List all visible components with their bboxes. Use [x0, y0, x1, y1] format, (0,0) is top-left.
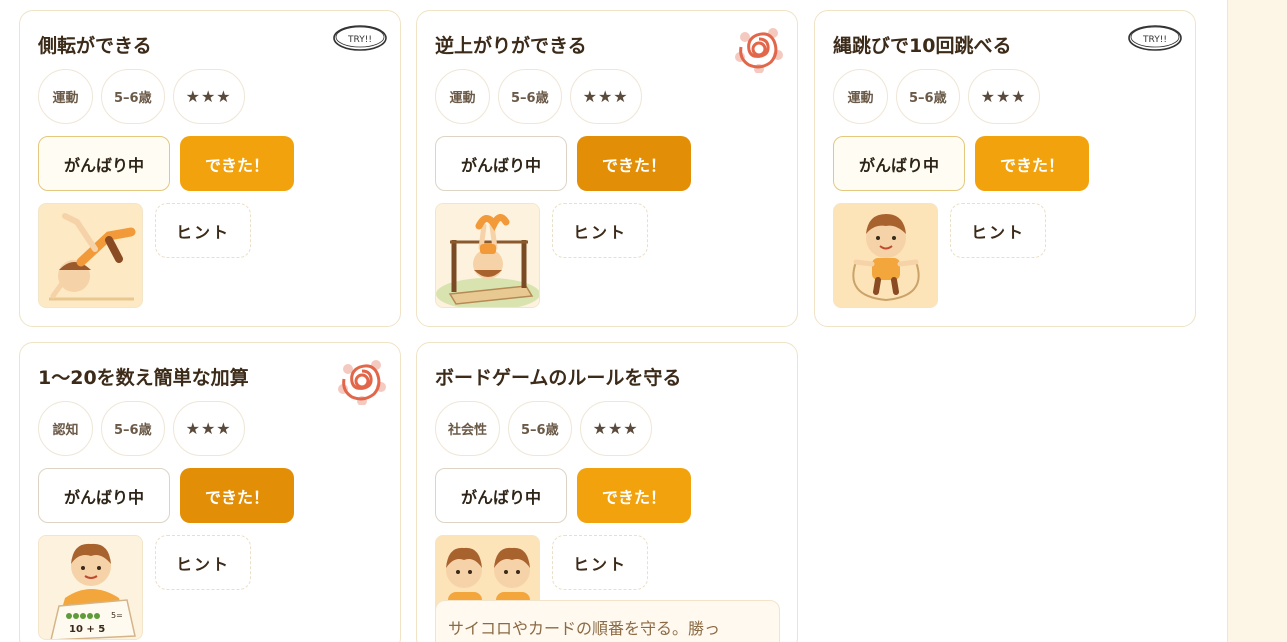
- task-card: 側転ができる TRY!! 運動 5–6歳 ★★★ がんばり中 できた！ ヒント: [19, 10, 401, 327]
- done-button[interactable]: できた！: [180, 136, 294, 191]
- task-card: 縄跳びで10回跳べる TRY!! 運動 5–6歳 ★★★ がんばり中 できた！ …: [814, 10, 1196, 327]
- category-tag: 運動: [833, 69, 888, 124]
- tag-list: 認知 5–6歳 ★★★: [38, 401, 245, 456]
- tag-list: 運動 5–6歳 ★★★: [38, 69, 245, 124]
- hint-button[interactable]: ヒント: [552, 535, 648, 590]
- difficulty-tag: ★★★: [172, 401, 245, 456]
- age-tag: 5–6歳: [508, 401, 572, 456]
- status-actions: がんばり中 できた！: [435, 136, 691, 191]
- in-progress-button[interactable]: がんばり中: [38, 136, 170, 191]
- category-tag: 社会性: [435, 401, 501, 456]
- category-tag: 運動: [38, 69, 93, 124]
- tag-list: 運動 5–6歳 ★★★: [435, 69, 642, 124]
- age-tag: 5–6歳: [101, 401, 165, 456]
- cartwheel-child-illustration: [38, 203, 143, 308]
- age-tag: 5–6歳: [498, 69, 562, 124]
- done-button[interactable]: できた！: [180, 468, 294, 523]
- done-button[interactable]: できた！: [577, 136, 691, 191]
- age-tag: 5–6歳: [896, 69, 960, 124]
- status-actions: がんばり中 できた！: [435, 468, 691, 523]
- category-tag: 運動: [435, 69, 490, 124]
- hanamaru-stamp-icon: [338, 357, 386, 409]
- task-card: 逆上がりができる 運動 5–6歳 ★★★ がんばり中 できた！ ヒント: [416, 10, 798, 327]
- card-title: 逆上がりができる: [435, 35, 587, 57]
- svg-text:TRY!!: TRY!!: [1142, 35, 1167, 45]
- task-card: ボードゲームのルールを守る 社会性 5–6歳 ★★★ がんばり中 できた！ ヒン…: [416, 342, 798, 642]
- hint-tooltip: サイコロやカードの順番を守る。勝っ: [435, 600, 780, 642]
- try-badge-icon: TRY!!: [332, 23, 388, 57]
- difficulty-tag: ★★★: [569, 69, 642, 124]
- hint-button[interactable]: ヒント: [155, 203, 251, 258]
- difficulty-tag: ★★★: [579, 401, 652, 456]
- in-progress-button[interactable]: がんばり中: [833, 136, 965, 191]
- svg-text:5=: 5=: [111, 611, 123, 620]
- done-button[interactable]: できた！: [975, 136, 1089, 191]
- in-progress-button[interactable]: がんばり中: [435, 468, 567, 523]
- done-button[interactable]: できた！: [577, 468, 691, 523]
- bar-flip-child-illustration: [435, 203, 540, 308]
- tag-list: 運動 5–6歳 ★★★: [833, 69, 1040, 124]
- try-badge-icon: TRY!!: [1127, 23, 1183, 57]
- hint-button[interactable]: ヒント: [950, 203, 1046, 258]
- svg-text:10 + 5: 10 + 5: [69, 624, 105, 635]
- card-title: 1〜20を数え簡単な加算: [38, 367, 249, 389]
- status-actions: がんばり中 できた！: [833, 136, 1089, 191]
- category-tag: 認知: [38, 401, 93, 456]
- hint-button[interactable]: ヒント: [155, 535, 251, 590]
- age-tag: 5–6歳: [101, 69, 165, 124]
- in-progress-button[interactable]: がんばり中: [435, 136, 567, 191]
- hanamaru-stamp-icon: [735, 25, 783, 77]
- task-card: 1〜20を数え簡単な加算 認知 5–6歳 ★★★ がんばり中 できた！ 5= 1…: [19, 342, 401, 642]
- card-title: 側転ができる: [38, 35, 152, 57]
- status-actions: がんばり中 できた！: [38, 136, 294, 191]
- card-title: ボードゲームのルールを守る: [435, 367, 682, 389]
- jump-rope-child-illustration: [833, 203, 938, 308]
- difficulty-tag: ★★★: [967, 69, 1040, 124]
- card-title: 縄跳びで10回跳べる: [833, 35, 1012, 57]
- counting-child-illustration: 5= 10 + 5: [38, 535, 143, 640]
- hint-button[interactable]: ヒント: [552, 203, 648, 258]
- svg-text:TRY!!: TRY!!: [347, 35, 372, 45]
- right-panel: [1227, 0, 1287, 642]
- difficulty-tag: ★★★: [172, 69, 245, 124]
- status-actions: がんばり中 できた！: [38, 468, 294, 523]
- tag-list: 社会性 5–6歳 ★★★: [435, 401, 652, 456]
- in-progress-button[interactable]: がんばり中: [38, 468, 170, 523]
